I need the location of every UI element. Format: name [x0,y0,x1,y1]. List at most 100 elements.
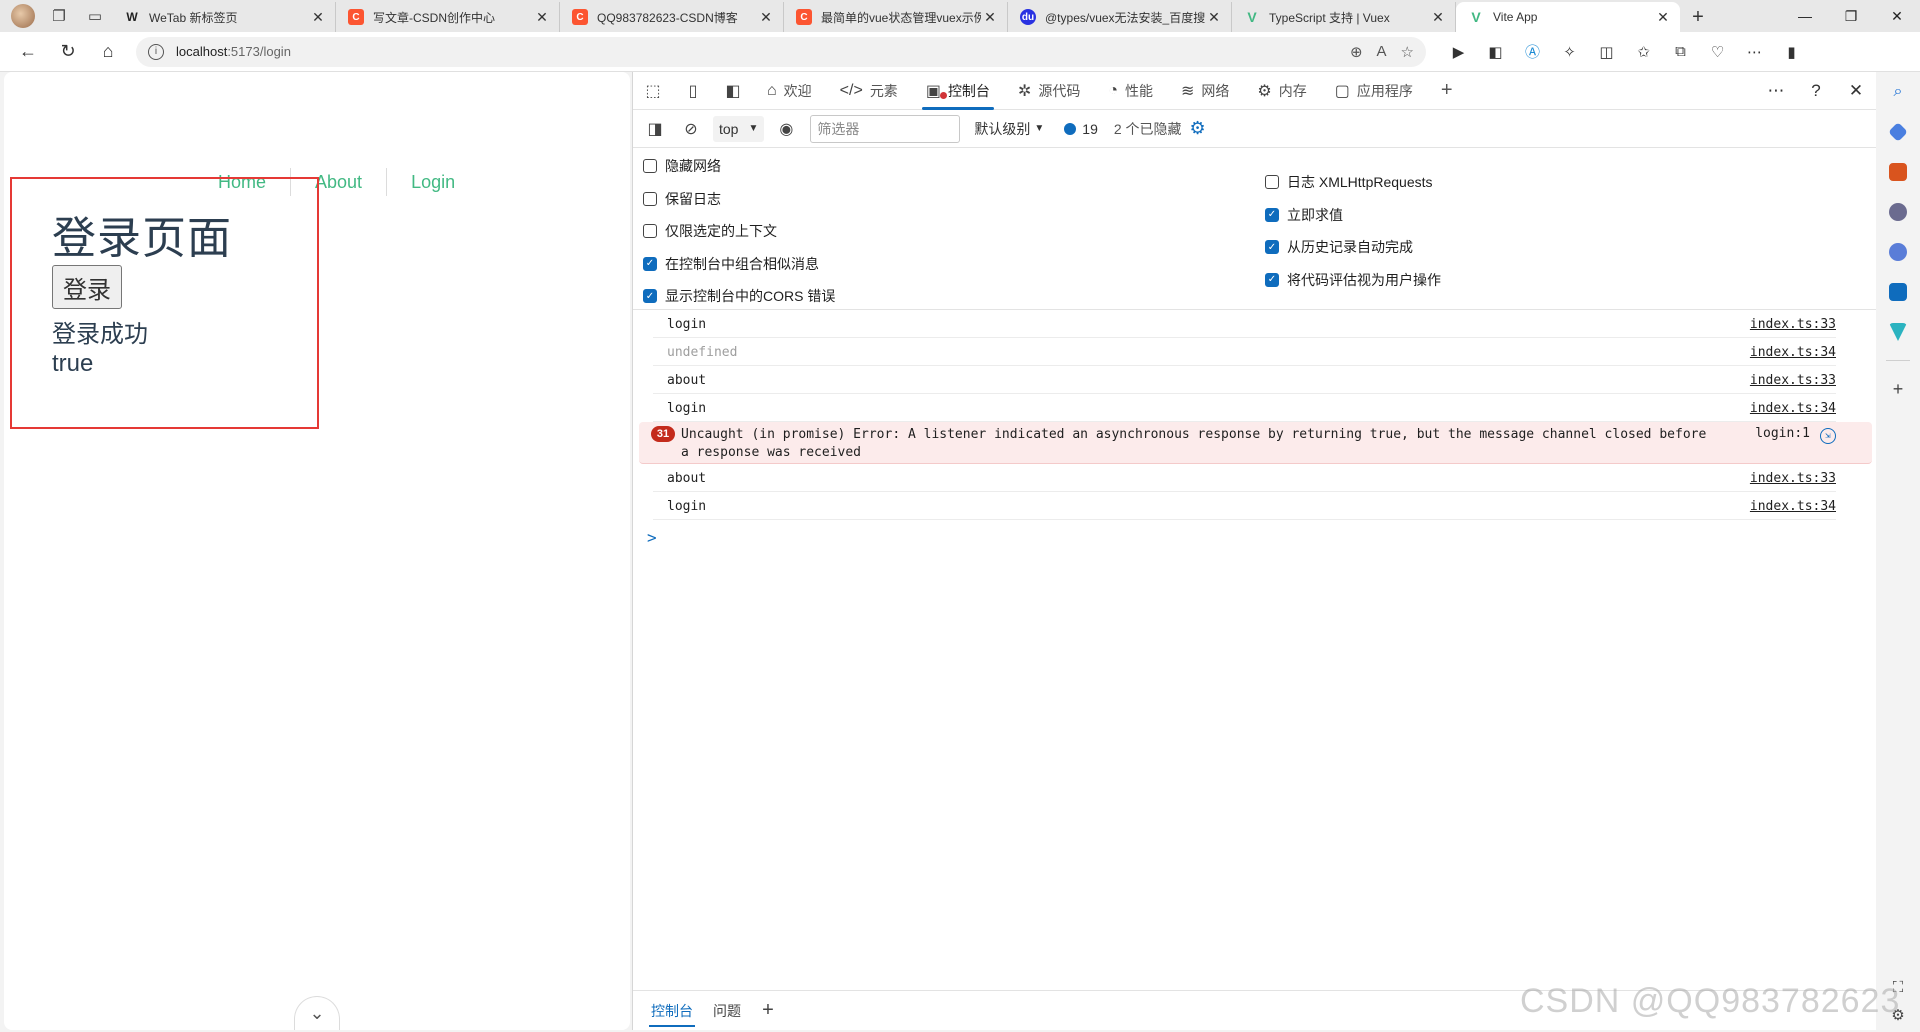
home-button[interactable]: ⌂ [88,36,128,68]
browser-tab[interactable]: V Vite App ✕ [1456,2,1680,32]
sidebar-copilot-icon[interactable] [1880,232,1916,272]
sidebar-search-icon[interactable]: ⌕ [1880,72,1916,112]
checkbox[interactable] [643,224,657,238]
sidebar-outlook-icon[interactable] [1880,272,1916,312]
console-filter-input[interactable] [810,114,961,143]
dock-panel-icon[interactable]: ◧ [713,72,753,110]
checkbox[interactable] [1265,175,1279,189]
context-selector[interactable]: top ▼ [713,115,765,142]
tab-close-icon[interactable]: ✕ [309,9,327,26]
add-tool-icon[interactable]: + [1427,72,1467,110]
inspect-element-icon[interactable]: ⬚ [633,72,673,110]
search-issue-icon[interactable]: ⇲ [1820,428,1836,444]
tab-close-icon[interactable]: ✕ [981,9,999,26]
drawer-add-icon[interactable]: + [751,999,785,1022]
console-setting[interactable]: ✓ 在控制台中组合相似消息 [643,254,819,274]
favorite-star-icon[interactable]: ☆ [1401,43,1414,61]
devtools-tab[interactable]: </> 元素 [826,72,912,110]
tab-close-icon[interactable]: ✕ [1429,9,1447,26]
extension-icon[interactable]: ◧ [1477,36,1514,68]
checkbox[interactable]: ✓ [1265,207,1279,222]
source-link[interactable]: index.ts:34 [1750,499,1836,514]
browser-tab[interactable]: W WeTab 新标签页 ✕ [112,2,336,32]
tab-close-icon[interactable]: ✕ [1654,9,1672,26]
source-link[interactable]: index.ts:34 [1750,345,1836,360]
devtools-tab[interactable]: ⌂ 欢迎 [753,72,826,110]
browser-essentials-icon[interactable]: ♡ [1699,36,1736,68]
source-link[interactable]: index.ts:33 [1750,317,1836,332]
checkbox[interactable] [643,191,657,206]
message-count[interactable]: 19 [1064,121,1098,137]
browser-tab[interactable]: C QQ983782623-CSDN博客 ✕ [560,2,784,32]
new-tab-button[interactable]: + [1680,2,1716,32]
drawer-tab-console[interactable]: 控制台 [641,991,703,1031]
source-link[interactable]: login:1 [1755,426,1810,441]
console-setting[interactable]: 日志 XMLHttpRequests [1265,172,1433,192]
extensions-icon[interactable]: ✧ [1551,36,1588,68]
device-emulation-icon[interactable]: ▯ [673,72,713,110]
browser-tab[interactable]: C 最简单的vue状态管理vuex示例 ✕ [784,2,1008,32]
url-text[interactable]: localhost:5173/login [176,44,1350,59]
drawer-tab-issues[interactable]: 问题 [703,991,751,1031]
console-setting[interactable]: ✓ 将代码评估视为用户操作 [1265,270,1441,290]
devtools-tab[interactable]: ▢ 应用程序 [1321,72,1427,110]
vue-devtools-chevron-icon[interactable]: ⌄ [294,996,340,1030]
sidebar-shopping-icon[interactable] [1880,112,1916,152]
minimize-button[interactable]: — [1782,0,1828,32]
devtools-tab[interactable]: ≋ 网络 [1167,72,1243,110]
checkbox[interactable] [643,159,657,173]
play-icon[interactable]: ▶ [1440,36,1477,68]
sidebar-drop-icon[interactable] [1880,312,1916,352]
close-devtools-icon[interactable]: ✕ [1836,72,1876,110]
tab-close-icon[interactable]: ✕ [1205,9,1223,26]
devtools-more-icon[interactable]: ⋯ [1756,72,1796,110]
devtools-tab[interactable]: ▣ 控制台 [912,72,1004,110]
source-link[interactable]: index.ts:33 [1750,471,1836,486]
console-setting[interactable]: 仅限选定的上下文 [643,221,777,241]
devtools-tab[interactable]: ✲ 源代码 [1004,72,1094,110]
translate-icon[interactable]: Ⓐ [1514,36,1551,68]
split-screen-icon[interactable]: ◫ [1588,36,1625,68]
favorites-icon[interactable]: ✩ [1625,36,1662,68]
address-bar[interactable]: i localhost:5173/login ⊕ A ☆ [136,36,1426,67]
back-button[interactable]: ← [8,36,48,68]
read-aloud-icon[interactable]: A [1377,43,1387,61]
sidebar-toggle-icon[interactable]: ◨ [637,114,673,144]
source-link[interactable]: index.ts:34 [1750,401,1836,416]
checkbox[interactable]: ✓ [643,256,657,271]
more-menu-icon[interactable]: ⋯ [1736,36,1773,68]
console-settings-gear-icon[interactable]: ⚙ [1190,118,1206,139]
console-setting[interactable]: 隐藏网络 [643,156,721,176]
tab-close-icon[interactable]: ✕ [757,9,775,26]
profile-button[interactable] [6,2,40,30]
restore-button[interactable]: ❐ [1828,0,1874,32]
sidebar-add-icon[interactable]: + [1880,369,1916,409]
log-levels-dropdown[interactable]: 默认级别 ▼ [974,119,1044,139]
browser-tab[interactable]: C 写文章-CSDN创作中心 ✕ [336,2,560,32]
console-setting[interactable]: ✓ 显示控制台中的CORS 错误 [643,286,835,306]
tab-actions-icon[interactable]: ▭ [78,2,112,30]
help-icon[interactable]: ? [1796,72,1836,110]
source-link[interactable]: index.ts:33 [1750,373,1836,388]
devtools-tab[interactable]: ◔ 性能 [1094,72,1167,110]
browser-tab[interactable]: V TypeScript 支持 | Vuex ✕ [1232,2,1456,32]
sidebar-toggle-icon[interactable]: ▮ [1773,36,1810,68]
checkbox[interactable]: ✓ [1265,240,1279,254]
live-expression-eye-icon[interactable]: ◉ [768,114,804,144]
tab-close-icon[interactable]: ✕ [533,9,551,26]
console-prompt[interactable]: > [647,528,1876,547]
console-setting[interactable]: ✓ 从历史记录自动完成 [1265,237,1413,257]
console-setting[interactable]: ✓ 立即求值 [1265,205,1343,225]
browser-tab[interactable]: du @types/vuex无法安装_百度搜索 ✕ [1008,2,1232,32]
reload-button[interactable]: ↻ [48,36,88,68]
checkbox[interactable]: ✓ [1265,272,1279,287]
sidebar-games-icon[interactable] [1880,192,1916,232]
sidebar-tools-icon[interactable] [1880,152,1916,192]
close-window-button[interactable]: ✕ [1874,0,1920,32]
clear-console-icon[interactable]: ⊘ [673,114,709,144]
console-setting[interactable]: 保留日志 [643,189,721,209]
devtools-tab[interactable]: ⚙ 内存 [1243,72,1320,110]
zoom-icon[interactable]: ⊕ [1350,43,1363,61]
checkbox[interactable]: ✓ [643,289,657,303]
collections-icon[interactable]: ⧉ [1662,36,1699,68]
